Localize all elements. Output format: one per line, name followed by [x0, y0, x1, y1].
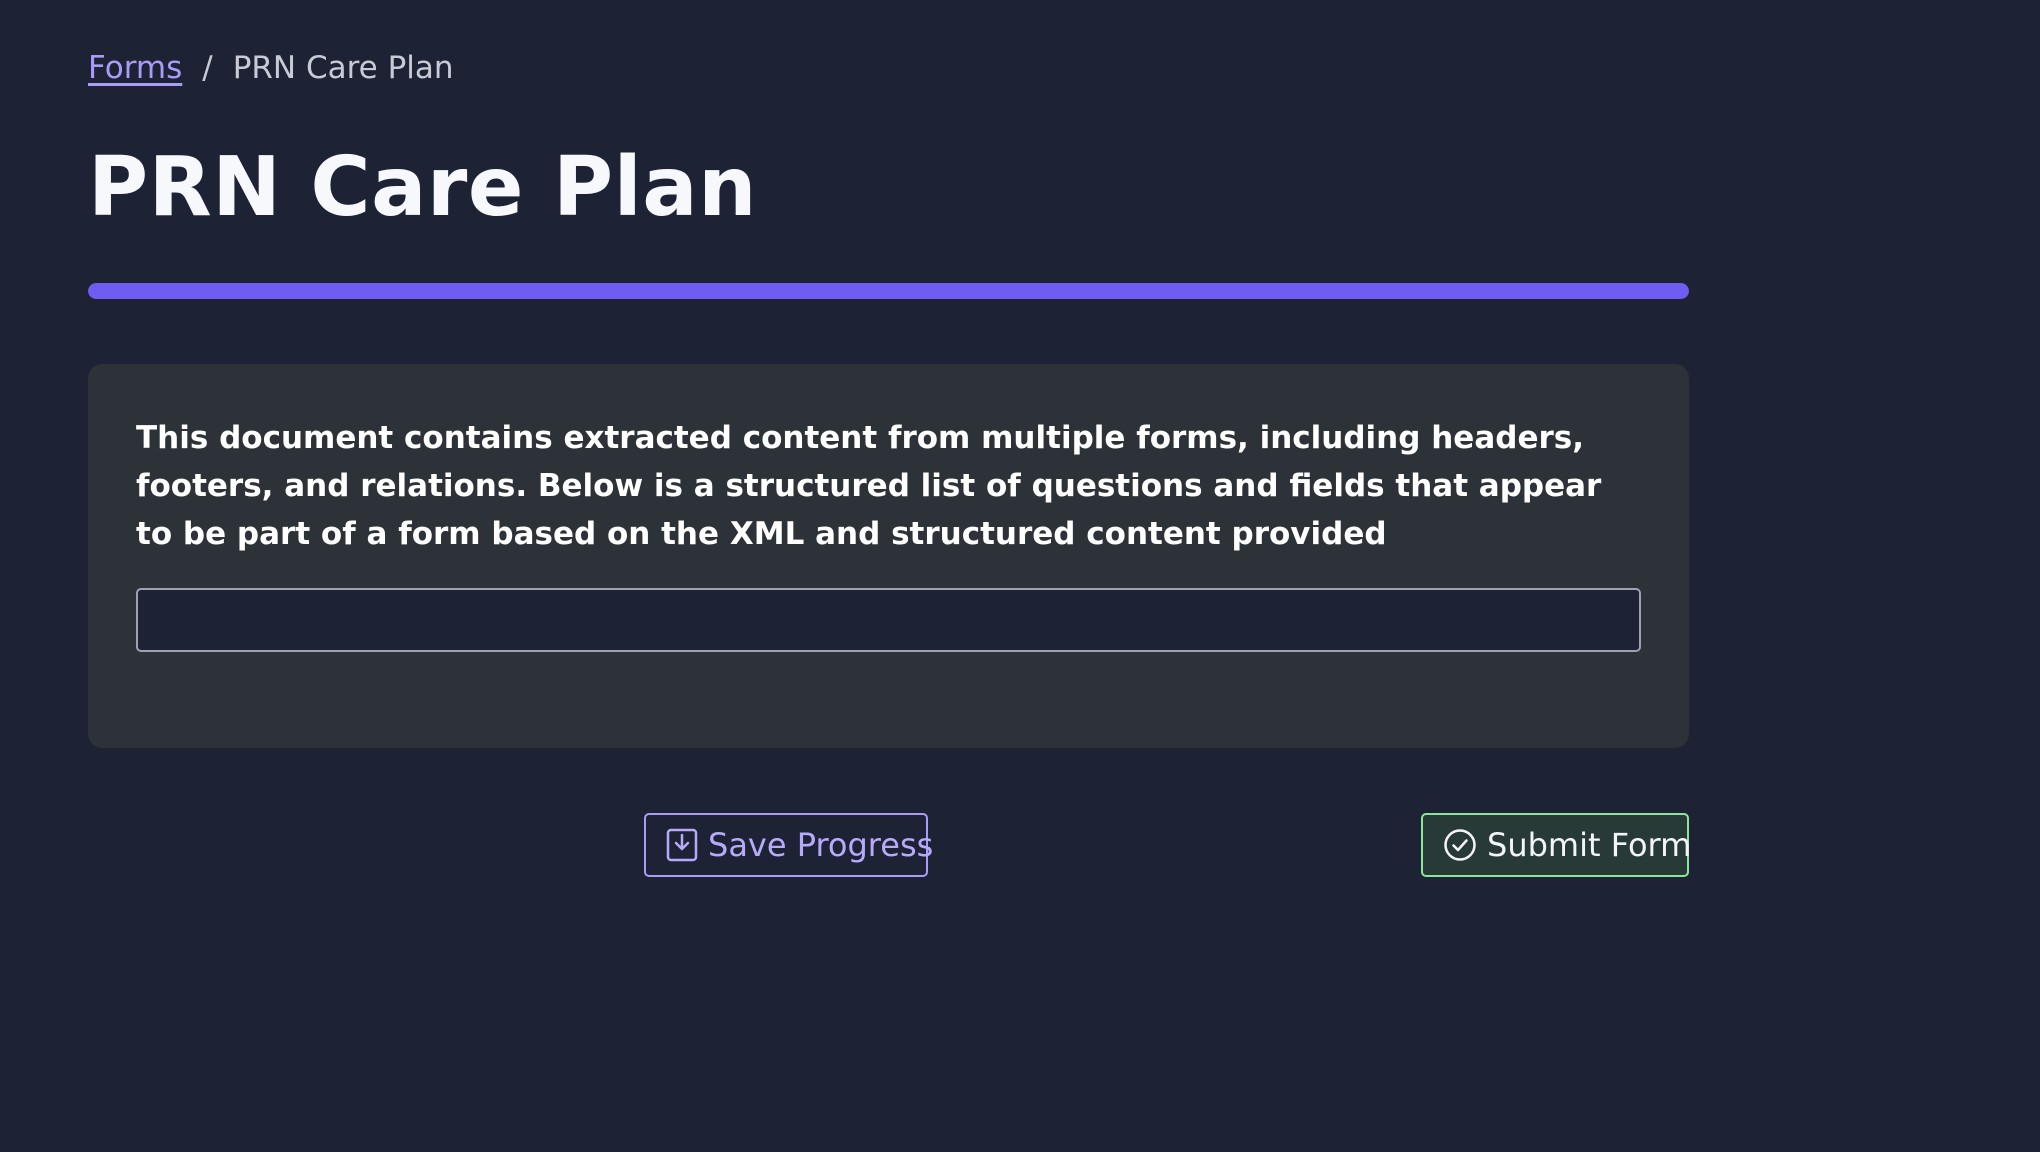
save-progress-button[interactable]: Save Progress	[644, 813, 933, 877]
check-circle-icon	[1444, 829, 1476, 861]
progress-bar	[88, 283, 1689, 299]
breadcrumb-separator: /	[202, 50, 213, 86]
download-box-icon	[666, 828, 698, 862]
breadcrumb-current: PRN Care Plan	[232, 50, 454, 86]
breadcrumb-link-forms[interactable]: Forms	[88, 50, 182, 86]
page-title: PRN Care Plan	[88, 140, 757, 235]
submit-form-button[interactable]: Submit Form	[1421, 813, 1692, 877]
question-text: This document contains extracted content…	[136, 420, 1602, 552]
breadcrumb: Forms / PRN Care Plan	[88, 50, 454, 86]
save-progress-label: Save Progress	[708, 826, 934, 864]
answer-input[interactable]	[136, 588, 1641, 652]
submit-form-label: Submit Form	[1487, 826, 1692, 864]
question-card: This document contains extracted content…	[88, 364, 1689, 748]
progress-bar-fill	[88, 283, 1689, 299]
